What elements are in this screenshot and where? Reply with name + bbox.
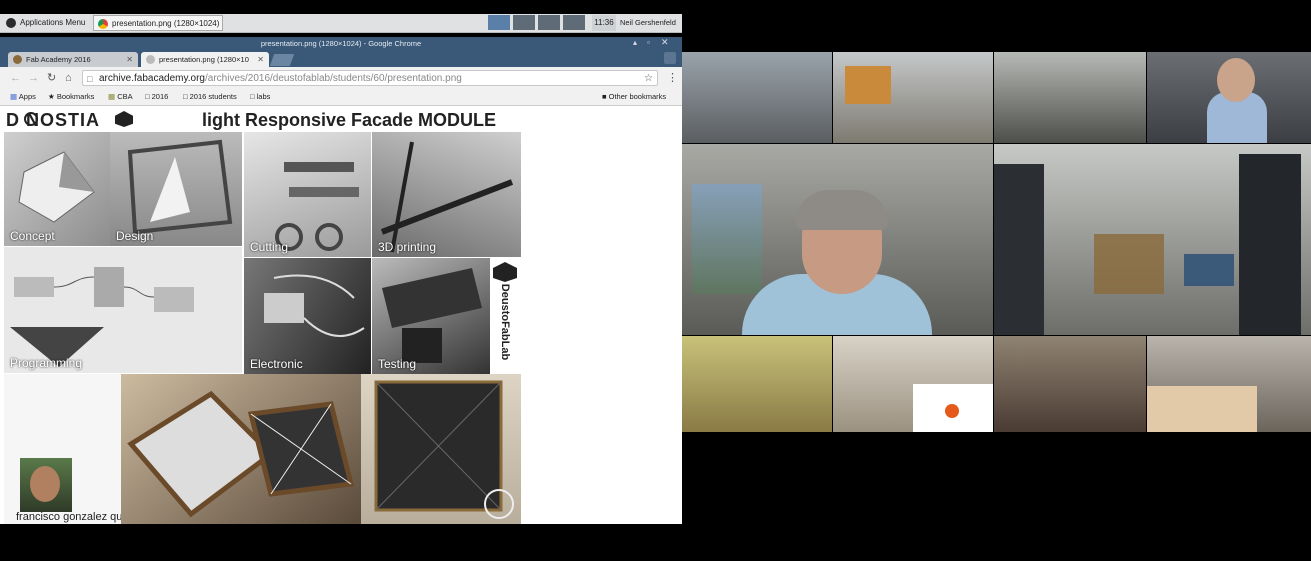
applications-menu-button[interactable]: Applications Menu	[2, 15, 90, 31]
logo-icon	[24, 112, 38, 126]
page-icon: □	[183, 92, 188, 101]
folder-icon: ■	[602, 92, 607, 101]
maximize-icon[interactable]: ▫	[647, 38, 650, 47]
star-icon: ★	[48, 92, 55, 101]
page-info-icon: □	[87, 74, 93, 84]
laptop	[1184, 254, 1234, 286]
bookmark-apps[interactable]: ▦ Apps	[10, 89, 36, 105]
deusto-logo-icon	[115, 111, 133, 127]
video-feed-lab-7[interactable]	[994, 336, 1146, 432]
tab-presentation[interactable]: presentation.png (1280×10 ✕	[141, 52, 269, 67]
video-feed-lab-8[interactable]	[1147, 336, 1311, 432]
video-feed-lab-1[interactable]	[682, 52, 832, 143]
sponsor-strip: DeustoFabLab	[490, 258, 521, 374]
bookmark-cba[interactable]: ▦ CBA	[108, 89, 133, 105]
cut-parts-shape	[275, 162, 359, 251]
tab-label: presentation.png (1280×10	[159, 55, 249, 64]
poster-title-left: D NOSTIA	[6, 110, 101, 130]
facade-modules-shape	[127, 390, 355, 518]
tab-fab-academy[interactable]: Fab Academy 2016 ✕	[8, 52, 138, 67]
video-feed-lab-4[interactable]	[1147, 52, 1311, 143]
workspace-1-button[interactable]	[488, 15, 510, 30]
video-feed-lab-6[interactable]	[833, 336, 993, 432]
module-prototype	[1094, 234, 1164, 294]
address-bar[interactable]: □ archive.fabacademy.org/archives/2016/d…	[82, 70, 658, 86]
bookmark-2016[interactable]: □ 2016	[145, 89, 168, 105]
fab-lab-sign	[845, 66, 891, 104]
page-content: D NOSTIA light Responsive Facade MODULE …	[0, 106, 682, 524]
new-tab-button[interactable]	[269, 54, 295, 66]
author-panel	[4, 374, 121, 524]
url-path: /archives/2016/deustofablab/students/60/…	[204, 73, 462, 84]
bookmark-labs[interactable]: □ labs	[250, 89, 270, 105]
home-icon[interactable]: ⌂	[65, 71, 72, 85]
bookmark-2016-students[interactable]: □ 2016 students	[183, 89, 237, 105]
close-tab-icon[interactable]: ✕	[126, 52, 133, 67]
participant-right	[1239, 154, 1301, 335]
desktop-panel: Applications Menu presentation.png (1280…	[0, 14, 682, 44]
poster-tile-electronic: Electronic	[244, 258, 371, 374]
back-icon[interactable]: ←	[10, 71, 21, 85]
bookmarks-bar: ▦ Apps ★ Bookmarks ▦ CBA □ 2016 □ 2016 s…	[0, 89, 682, 106]
poster-photo-modules	[121, 374, 361, 524]
sponsor-label: DeustoFabLab	[499, 283, 511, 361]
apps-grid-icon: ▦	[10, 92, 18, 101]
page-icon: □	[250, 92, 255, 101]
user-name[interactable]: Neil Gershenfeld	[620, 15, 676, 31]
node-graph-shape	[10, 267, 194, 367]
url-host: archive.fabacademy.org	[99, 73, 205, 84]
clock[interactable]: 11:36	[592, 15, 616, 31]
poster-title-right: light Responsive Facade MODULE	[202, 110, 497, 130]
taskbar-window-button[interactable]: presentation.png (1280×1024) - ...	[93, 15, 223, 44]
applications-menu-label: Applications Menu	[20, 18, 86, 27]
closed-module-shape	[374, 380, 514, 519]
pegboard	[1147, 386, 1257, 432]
close-window-icon[interactable]: ✕	[661, 37, 669, 48]
author-face	[30, 466, 60, 502]
tab-label: Fab Academy 2016	[26, 55, 91, 64]
other-bookmarks[interactable]: ■ Other bookmarks	[602, 89, 666, 105]
workspace-3-button[interactable]	[538, 15, 560, 30]
video-feed-workshop[interactable]	[994, 144, 1311, 335]
forward-icon[interactable]: →	[28, 71, 39, 85]
video-feed-lab-3[interactable]	[994, 52, 1146, 143]
bookmark-bookmarks[interactable]: ★ Bookmarks	[48, 89, 94, 105]
poster-tile-design: Design	[110, 132, 242, 246]
workspace-4-button[interactable]	[563, 15, 585, 30]
xfce-mouse-icon	[6, 18, 16, 28]
close-tab-icon[interactable]: ✕	[257, 52, 264, 67]
poster-tile-testing: Testing	[372, 258, 490, 374]
cba-icon: ▦	[108, 92, 116, 101]
participant-left	[994, 164, 1044, 335]
poster-tile-concept: Concept	[4, 132, 110, 246]
poster-tile-cutting: Cutting	[244, 132, 371, 257]
printer-shape	[380, 141, 514, 253]
video-feed-main-speaker[interactable]	[682, 144, 993, 335]
tab-bar: Fab Academy 2016 ✕ presentation.png (128…	[0, 50, 682, 67]
profile-icon[interactable]	[664, 52, 676, 64]
poster-photo-closed-module	[361, 374, 521, 524]
video-feed-lab-5[interactable]	[682, 336, 832, 432]
chrome-icon	[98, 19, 108, 29]
poster-tile-programming: Programming	[4, 247, 242, 373]
page-icon: □	[145, 92, 150, 101]
menu-icon[interactable]: ⋮	[667, 71, 678, 85]
browser-toolbar: ← → ↻ ⌂ □ archive.fabacademy.org/archive…	[0, 67, 682, 89]
reload-icon[interactable]: ↻	[47, 71, 56, 85]
speaker-hair	[796, 190, 888, 230]
page-favicon-icon	[13, 55, 22, 64]
orange-logo-icon	[945, 404, 959, 418]
minimize-icon[interactable]: ▴	[633, 38, 637, 47]
window-view	[692, 184, 762, 294]
page-favicon-icon	[146, 55, 155, 64]
video-feed-lab-2[interactable]	[833, 52, 993, 143]
poster-tile-3d-printing: 3D printing	[372, 132, 521, 257]
bookmark-star-icon[interactable]: ☆	[644, 71, 653, 85]
window-title: presentation.png (1280×1024) - Google Ch…	[260, 39, 422, 48]
participant-face	[1217, 58, 1255, 102]
workspace-2-button[interactable]	[513, 15, 535, 30]
window-titlebar[interactable]: presentation.png (1280×1024) - Google Ch…	[0, 37, 682, 50]
